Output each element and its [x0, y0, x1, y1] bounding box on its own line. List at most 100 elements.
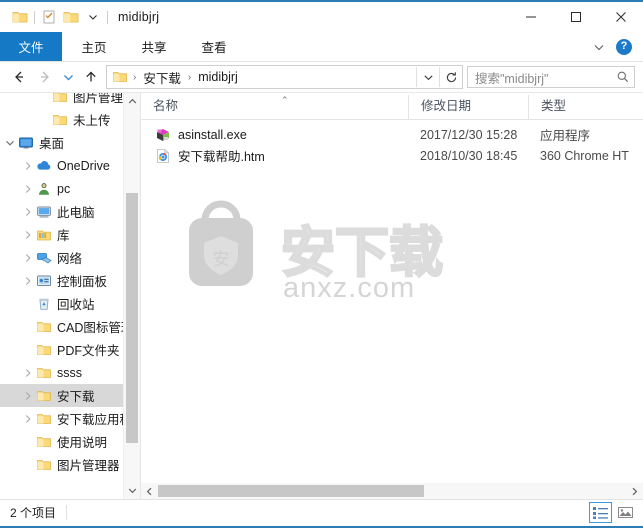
sidebar-item-6[interactable]: 库	[0, 223, 140, 246]
status-bar: 2 个项目	[0, 499, 643, 525]
recycle-bin-icon	[36, 296, 52, 312]
sidebar-item-4[interactable]: pc	[0, 177, 140, 200]
filelist-horizontal-scrollbar[interactable]	[141, 483, 643, 499]
breadcrumb-folder-icon[interactable]	[112, 69, 128, 85]
maximize-button[interactable]	[553, 2, 598, 32]
chevron-right-icon[interactable]	[20, 158, 36, 174]
column-header-type[interactable]: 类型	[528, 95, 638, 119]
qat-divider-1	[34, 10, 35, 24]
scroll-up-icon[interactable]	[124, 93, 140, 110]
tab-share[interactable]: 共享	[124, 32, 184, 61]
sidebar-item-7[interactable]: 网络	[0, 246, 140, 269]
chevron-right-icon[interactable]	[20, 181, 36, 197]
scroll-down-icon[interactable]	[124, 482, 140, 499]
tab-home[interactable]: 主页	[64, 32, 124, 61]
column-header-date[interactable]: 修改日期	[408, 95, 528, 119]
breadcrumb-separator-2[interactable]: ›	[183, 72, 196, 83]
sidebar-item-8[interactable]: 控制面板	[0, 269, 140, 292]
sidebar-item-label: OneDrive	[57, 158, 110, 173]
sidebar-item-9[interactable]: 回收站	[0, 292, 140, 315]
chevron-right-icon[interactable]	[20, 411, 36, 427]
cloud-icon	[36, 158, 52, 174]
column-headers: ⌃ 名称 修改日期 类型	[141, 93, 643, 120]
sidebar-item-15[interactable]: 使用说明	[0, 430, 140, 453]
table-row[interactable]: asinstall.exe 2017/12/30 15:28 应用程序	[141, 124, 643, 145]
folder-icon	[36, 434, 52, 450]
ribbon-right-controls: ?	[588, 32, 643, 61]
sidebar-item-12[interactable]: ssss	[0, 361, 140, 384]
sidebar-scroll-thumb[interactable]	[126, 193, 138, 443]
help-icon[interactable]: ?	[613, 36, 635, 58]
refresh-icon[interactable]	[440, 67, 462, 87]
properties-icon[interactable]	[38, 6, 60, 28]
large-icons-view-button[interactable]	[614, 502, 637, 523]
breadcrumb-separator-1[interactable]: ›	[128, 72, 141, 83]
scroll-left-icon[interactable]	[141, 483, 158, 499]
folder-icon	[36, 342, 52, 358]
file-name-label: 安下载帮助.htm	[178, 150, 265, 164]
column-header-name[interactable]: ⌃ 名称	[141, 95, 408, 119]
up-button[interactable]	[78, 65, 104, 89]
view-mode-buttons	[589, 502, 637, 523]
chevron-right-icon[interactable]	[20, 388, 36, 404]
sidebar-item-14[interactable]: 安下载应用程序	[0, 407, 140, 430]
search-icon[interactable]	[612, 70, 634, 84]
file-rows: asinstall.exe 2017/12/30 15:28 应用程序 安下载帮…	[141, 120, 643, 166]
sidebar-item-1[interactable]: 未上传	[0, 108, 140, 131]
chevron-right-icon[interactable]	[20, 204, 36, 220]
file-name-cell[interactable]: 安下载帮助.htm	[141, 146, 408, 165]
sidebar-item-label: 图片管理器	[57, 459, 120, 473]
chevron-down-icon[interactable]	[82, 6, 104, 28]
folder-icon[interactable]	[9, 6, 31, 28]
details-view-button[interactable]	[589, 502, 612, 523]
breadcrumb-bar[interactable]: › 安下载 › midibjrj	[106, 65, 463, 89]
breadcrumb-item-1[interactable]: midibjrj	[196, 70, 240, 84]
close-button[interactable]	[598, 2, 643, 32]
minimize-button[interactable]	[508, 2, 553, 32]
sidebar-item-10[interactable]: CAD图标管理	[0, 315, 140, 338]
navigation-pane: 图片管理器 未上传 桌面 OneDrive pc 此电脑库网络 控制面板 回收站 CAD图标管理…	[0, 93, 140, 499]
twisty-placeholder	[20, 319, 36, 335]
chevron-right-icon[interactable]	[20, 250, 36, 266]
h-scroll-thumb[interactable]	[158, 485, 424, 497]
sidebar-scrollbar[interactable]	[123, 93, 140, 499]
sidebar-item-0[interactable]: 图片管理器	[0, 93, 140, 108]
recent-locations-button[interactable]	[58, 65, 78, 89]
file-name-cell[interactable]: asinstall.exe	[141, 127, 408, 143]
new-folder-icon[interactable]	[60, 6, 82, 28]
chevron-right-icon[interactable]	[20, 227, 36, 243]
scroll-right-icon[interactable]	[626, 483, 643, 499]
search-input[interactable]: 搜索"midibjrj"	[468, 68, 612, 87]
chevron-down-icon[interactable]	[417, 67, 439, 87]
sidebar-item-label: 使用说明	[57, 436, 108, 450]
chevron-right-icon[interactable]	[20, 365, 36, 381]
folder-icon	[36, 365, 52, 381]
sidebar-item-label: ssss	[57, 365, 82, 380]
chevron-right-icon[interactable]	[20, 273, 36, 289]
table-row[interactable]: 安下载帮助.htm 2018/10/30 18:45 360 Chrome HT	[141, 145, 643, 166]
h-scroll-track[interactable]	[158, 483, 626, 499]
file-type-cell: 360 Chrome HT	[540, 148, 629, 163]
forward-button[interactable]	[32, 65, 58, 89]
tab-file[interactable]: 文件	[0, 32, 62, 61]
window-title: midibjrj	[118, 10, 160, 24]
chevron-down-icon[interactable]	[588, 36, 610, 58]
tab-view[interactable]: 查看	[184, 32, 244, 61]
sidebar-item-3[interactable]: OneDrive	[0, 154, 140, 177]
sidebar-item-2[interactable]: 桌面	[0, 131, 140, 154]
column-header-name-label: 名称	[153, 99, 179, 113]
sidebar-item-label: 控制面板	[57, 275, 108, 289]
chevron-down-icon[interactable]	[2, 135, 18, 151]
sidebar-item-5[interactable]: 此电脑	[0, 200, 140, 223]
sidebar-item-16[interactable]: 图片管理器	[0, 453, 140, 476]
back-button[interactable]	[6, 65, 32, 89]
explorer-body: 图片管理器 未上传 桌面 OneDrive pc 此电脑库网络 控制面板 回收站 CAD图标管理…	[0, 92, 643, 499]
twisty-placeholder	[36, 93, 52, 105]
twisty-placeholder	[20, 434, 36, 450]
breadcrumb-item-0[interactable]: 安下载	[141, 68, 183, 87]
chrome-html-icon	[155, 148, 171, 164]
search-box[interactable]: 搜索"midibjrj"	[467, 66, 635, 88]
sidebar-item-11[interactable]: PDF文件夹	[0, 338, 140, 361]
file-type-cell: 应用程序	[540, 129, 591, 143]
sidebar-item-13[interactable]: 安下载	[0, 384, 140, 407]
